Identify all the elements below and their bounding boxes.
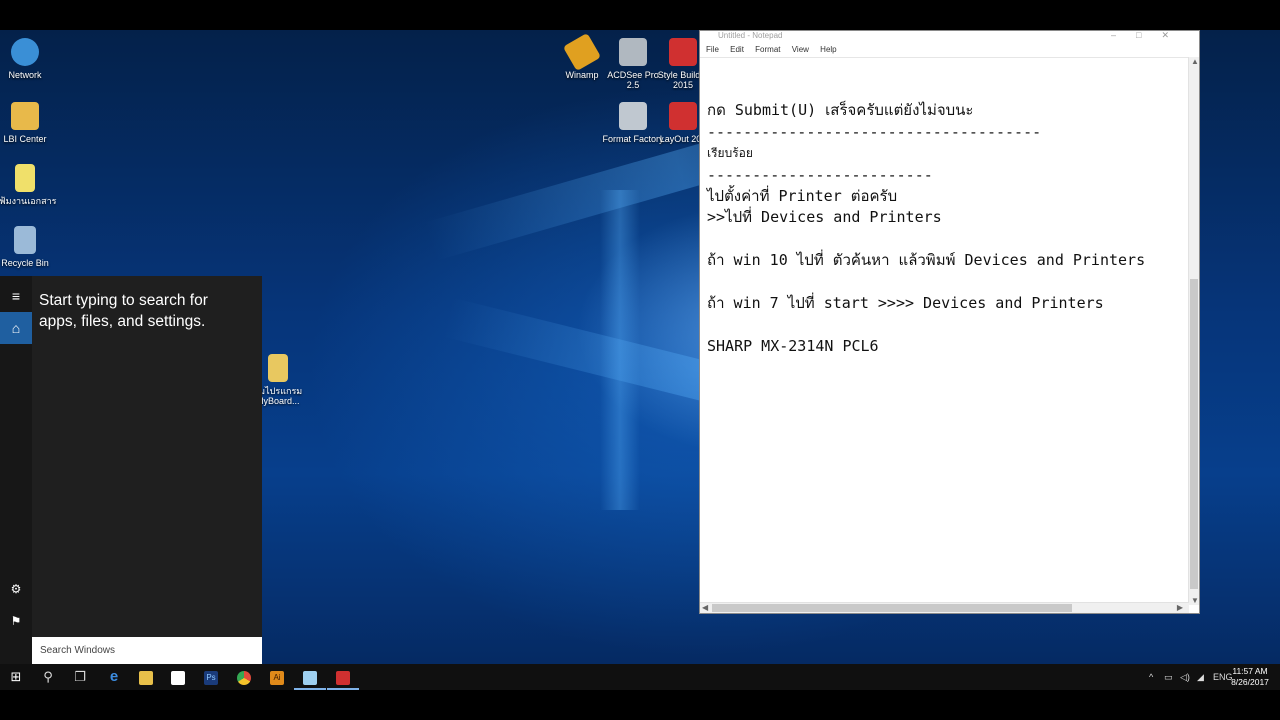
desktop-icon-lbi-center[interactable]: LBI Center — [0, 102, 57, 144]
notepad-text-line — [707, 79, 1187, 100]
notepad-menu-bar: File Edit Format View Help — [700, 43, 1199, 58]
start-menu: ≡ ⌂ ⚙ ⚑ Start typing to search for apps,… — [0, 276, 262, 664]
edge-button[interactable]: e — [98, 664, 130, 690]
desktop-icon-label: แฟ้มงานเอกสาร — [0, 196, 57, 206]
notepad-text-line: ------------------------- — [707, 165, 933, 184]
network-tray-icon[interactable]: ◢ — [1197, 664, 1204, 690]
desktop-icon-label: LBI Center — [3, 134, 47, 144]
clock-date: 8/26/2017 — [1231, 677, 1269, 687]
window-controls[interactable]: –□✕ — [1111, 30, 1189, 40]
task-view-icon: ❐ — [74, 669, 86, 684]
video-letterbox-bottom — [0, 690, 1280, 720]
winamp-icon — [562, 32, 602, 72]
wallpaper-light-beam — [600, 190, 640, 510]
illustrator-button[interactable]: Ai — [261, 664, 293, 690]
vertical-scrollbar[interactable]: ▲ ▼ — [1188, 57, 1199, 605]
horizontal-scrollbar[interactable]: ◀ ▶ — [700, 602, 1189, 613]
folder-icon — [11, 102, 39, 130]
store-button[interactable] — [162, 664, 194, 690]
horizontal-scroll-thumb[interactable] — [712, 604, 1072, 612]
system-clock[interactable]: 11:57 AM 8/26/2017 — [1228, 666, 1272, 688]
notepad-text-line — [707, 272, 1187, 293]
illustrator-icon: Ai — [270, 670, 284, 685]
format-factory-icon — [619, 102, 647, 130]
search-input[interactable] — [32, 637, 250, 664]
sketchup-icon — [336, 670, 350, 685]
scroll-left-arrow[interactable]: ◀ — [702, 603, 708, 612]
layout-icon — [669, 102, 697, 130]
desktop-icon-recycle-bin[interactable]: Recycle Bin — [0, 226, 57, 268]
menu-format[interactable]: Format — [755, 45, 780, 54]
scroll-down-arrow[interactable]: ▼ — [1191, 596, 1199, 605]
hamburger-menu-icon[interactable]: ≡ — [0, 280, 32, 312]
photoshop-icon: Ps — [204, 670, 218, 685]
scroll-right-arrow[interactable]: ▶ — [1177, 603, 1183, 612]
clock-time: 11:57 AM — [1232, 666, 1268, 676]
start-menu-rail: ≡ ⌂ ⚙ ⚑ — [0, 276, 32, 664]
windows-logo-icon: ⊞ — [10, 669, 22, 684]
recycle-bin-icon — [14, 226, 36, 254]
notepad-text-line: ไปตั้งค่าที่ Printer ต่อครับ — [707, 186, 898, 205]
store-icon — [171, 670, 185, 685]
notepad-title: Untitled - Notepad — [718, 31, 783, 40]
notepad-button[interactable] — [294, 664, 326, 690]
menu-edit[interactable]: Edit — [730, 45, 744, 54]
edge-icon: e — [109, 668, 119, 685]
notepad-text-line: เรียบร้อย — [707, 146, 753, 161]
vertical-scroll-thumb[interactable] — [1190, 279, 1198, 589]
notepad-text-line: SHARP MX-2314N PCL6 — [707, 336, 879, 355]
notepad-text-line: ------------------------------------- — [707, 122, 1042, 141]
show-hidden-icons-chevron[interactable]: ^ — [1149, 664, 1153, 690]
search-windows-box[interactable] — [32, 637, 262, 664]
volume-icon[interactable]: ◁) — [1180, 664, 1190, 690]
sketchup-button[interactable] — [327, 664, 359, 690]
notepad-text-line: >>ไปที่ Devices and Printers — [707, 208, 942, 227]
notepad-icon — [303, 670, 317, 685]
file-explorer-icon — [139, 670, 153, 685]
desktop-icon-network[interactable]: Network — [0, 38, 57, 80]
home-icon[interactable]: ⌂ — [0, 312, 32, 344]
menu-help[interactable]: Help — [820, 45, 836, 54]
style-builder-icon — [669, 38, 697, 66]
chrome-button[interactable] — [228, 664, 260, 690]
notepad-text-line — [707, 314, 1187, 335]
start-button[interactable]: ⊞ — [0, 664, 32, 690]
menu-view[interactable]: View — [792, 45, 809, 54]
desktop-icon-label: Network — [8, 70, 42, 80]
notepad-text-line: ถ้า win 7 ไปที่ start >>>> Devices and P… — [707, 293, 1104, 312]
search-button[interactable]: ⚲ — [32, 664, 64, 690]
notepad-window[interactable]: Untitled - Notepad –□✕ File Edit Format … — [699, 30, 1200, 614]
notepad-text-line: กด Submit(U) เสร็จครับแต่ยังไม่จบนะ — [707, 101, 974, 120]
start-search-hint: Start typing to search for apps, files, … — [39, 292, 208, 330]
document-file-icon — [15, 164, 35, 192]
file-icon — [268, 354, 288, 382]
feedback-icon[interactable]: ⚑ — [0, 605, 32, 637]
photoshop-button[interactable]: Ps — [195, 664, 227, 690]
notepad-text-line: ถ้า win 10 ไปที่ ตัวค้นหา แล้วพิมพ์ Devi… — [707, 251, 1146, 270]
desktop-icon-label: Recycle Bin — [1, 258, 49, 268]
battery-icon[interactable]: ▭ — [1164, 664, 1173, 690]
search-icon: ⚲ — [43, 669, 53, 684]
menu-file[interactable]: File — [706, 45, 719, 54]
acdsee-icon — [619, 38, 647, 66]
desktop-icon-documents[interactable]: แฟ้มงานเอกสาร — [0, 164, 57, 206]
network-icon — [11, 38, 39, 66]
task-view-button[interactable]: ❐ — [64, 664, 96, 690]
scroll-up-arrow[interactable]: ▲ — [1191, 57, 1199, 66]
file-explorer-button[interactable] — [130, 664, 162, 690]
chrome-icon — [237, 670, 251, 685]
settings-gear-icon[interactable]: ⚙ — [0, 573, 32, 605]
taskbar: ⊞ ⚲ ❐ e Ps Ai ^ ▭ ◁) ◢ ENG 11:57 AM 8/26… — [0, 664, 1280, 690]
notepad-text-line — [707, 229, 1187, 250]
notepad-text-area[interactable]: กด Submit(U) เสร็จครับแต่ยังไม่จบนะ -----… — [707, 79, 1187, 357]
video-letterbox-top — [0, 0, 1280, 30]
notepad-title-bar[interactable]: Untitled - Notepad –□✕ — [700, 30, 1199, 43]
